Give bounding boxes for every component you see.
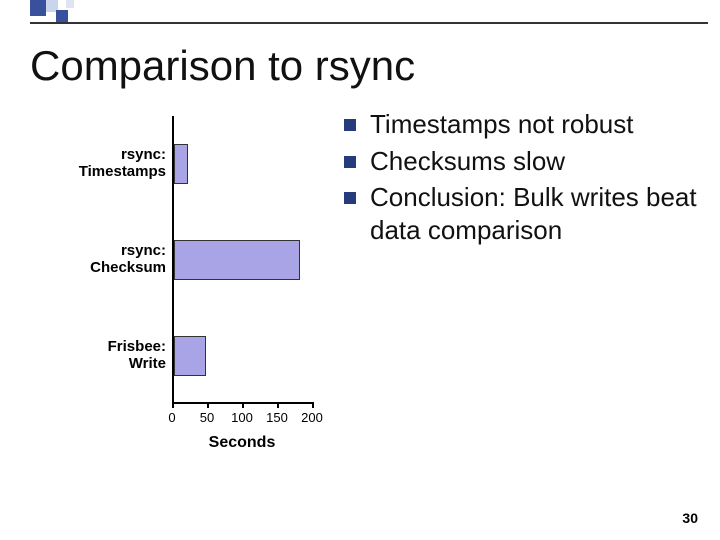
chart-tick-label: 0 [168,410,175,425]
chart-tick-mark [277,402,279,408]
chart-tick-label: 100 [231,410,253,425]
slide-title: Comparison to rsync [30,42,415,90]
bullet-text: Timestamps not robust [370,108,708,141]
page-number: 30 [682,510,698,526]
bullet-item: Conclusion: Bulk writes beat data compar… [344,181,708,246]
bullet-item: Checksums slow [344,145,708,178]
chart-category-label: rsync:Checksum [70,242,166,277]
comparison-chart: rsync:Timestamps rsync:Checksum Frisbee:… [70,104,316,464]
bullet-square-icon [344,192,356,204]
chart-tick-label: 200 [301,410,323,425]
chart-x-axis-label: Seconds [172,434,312,452]
chart-tick-label: 150 [266,410,288,425]
chart-tick-mark [172,402,174,408]
bullet-square-icon [344,119,356,131]
chart-category-label: Frisbee:Write [70,338,166,373]
chart-category-label: rsync:Timestamps [70,146,166,181]
bullet-square-icon [344,156,356,168]
chart-tick-mark [242,402,244,408]
bar-frisbee-write [174,336,206,376]
bullet-text: Conclusion: Bulk writes beat data compar… [370,181,708,246]
chart-tick-mark [207,402,209,408]
bullet-text: Checksums slow [370,145,708,178]
chart-plot-area [172,116,312,404]
bullet-item: Timestamps not robust [344,108,708,141]
bar-rsync-checksum [174,240,300,280]
chart-tick-label: 50 [200,410,214,425]
bullet-list: Timestamps not robust Checksums slow Con… [316,104,708,464]
slide-header-decoration [0,0,720,26]
slide-content: rsync:Timestamps rsync:Checksum Frisbee:… [70,104,708,464]
chart-tick-mark [312,402,314,408]
bar-rsync-timestamps [174,144,188,184]
